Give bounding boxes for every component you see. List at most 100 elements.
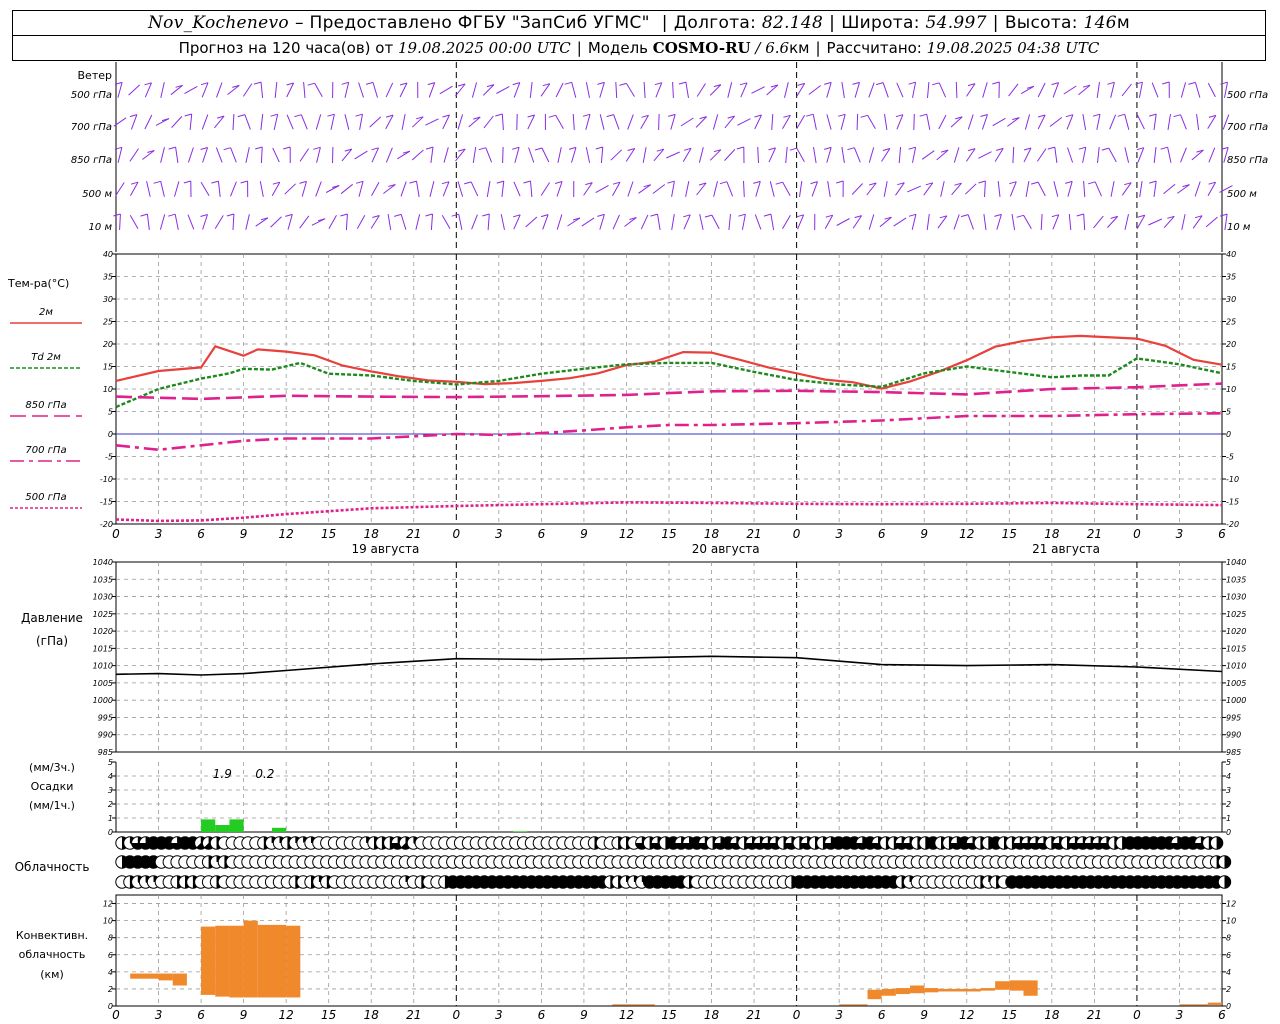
wind-barb [1137,147,1145,163]
wind-barb [852,215,863,229]
wind-barb [425,118,439,126]
wind-barb [175,147,179,163]
wind-barb [655,82,663,98]
y-tick-label: 1005 [1226,679,1246,688]
x-tick-label: 3 [495,527,503,541]
wind-barb [727,82,733,98]
y-tick-label: -10 [1226,475,1239,484]
wind-barb [926,114,931,130]
wind-barb [130,114,138,130]
wind-barb [502,146,504,164]
wind-barb [867,115,876,129]
wind-barb-flag [908,146,916,150]
wind-barb [627,181,634,197]
wind-barb [893,217,907,227]
wind-barb [358,181,364,197]
wind-barb [1180,147,1187,163]
convective-cloud-bar [172,973,187,986]
y-tick-label: 15 [103,363,113,372]
x-tick-label: 21 [746,527,761,541]
wind-barb [259,181,264,197]
wind-barb [883,181,888,197]
wind-barb [868,214,875,230]
wind-barb [912,82,917,98]
wind-barb [755,181,761,197]
wind-barb [369,116,382,128]
x-tick-label: 3 [155,1008,163,1022]
convective-cloud-bar [995,981,1010,990]
wind-barb [242,83,253,97]
x-tick-label: 12 [959,1008,974,1022]
wind-barb [525,216,538,228]
wind-barb [1167,147,1172,163]
wind-barb [344,114,350,130]
wind-barb-flag [496,180,504,184]
y-tick-label: 4 [1226,968,1231,977]
wind-barb-flag [226,213,235,217]
wind-barb-flag [113,213,121,217]
wind-barb [808,85,822,95]
x-tick-label: 6 [1218,527,1226,541]
wind-barb [784,82,789,98]
wind-barb [244,114,251,130]
x-tick-label: 18 [364,527,380,541]
wind-barb [671,214,675,230]
wind-barb-flag [908,213,917,217]
wind-barb [1138,82,1143,98]
wind-barb-flag [394,213,402,217]
y-tick-label: 1000 [93,696,113,705]
wind-barb [898,146,902,164]
wind-barb [1020,85,1035,95]
wind-barb-flag [523,180,531,184]
wind-barb-flag [355,180,364,184]
wind-level-label: 700 гПа [1227,122,1268,133]
precip-total-label: 1.9 [213,767,232,781]
wind-barb [599,214,605,230]
wind-barb [370,215,380,229]
wind-barb [964,183,977,195]
y-tick-label: 25 [1226,318,1236,327]
wind-barb-flag [294,114,302,118]
wind-barb-flag [875,82,884,86]
wind-barb [344,82,350,98]
day-label: 20 августа [692,542,760,556]
y-tick-label: -10 [100,475,113,484]
wind-barb [358,82,364,98]
wind-barb [642,147,647,163]
convective-panel-title: Конвективн. [16,929,88,942]
wind-barb-flag [355,113,363,117]
y-tick-label: -5 [1226,453,1234,462]
wind-barb [856,113,859,131]
wind-barb-flag [597,81,605,85]
wind-barb [1124,214,1129,230]
y-tick-label: 15 [1226,363,1236,372]
wind-barb [1153,147,1157,163]
wind-barb [826,147,832,163]
x-tick-label: 18 [704,527,720,541]
convective-cloud-bar [158,973,173,981]
wind-barb-flag [1107,81,1115,85]
y-tick-label: 1010 [93,662,113,671]
wind-barb [415,214,421,230]
wind-barb-flag [511,146,520,150]
wind-barb [483,115,494,129]
wind-barb [245,147,250,163]
y-tick-label: 2 [1226,985,1231,994]
wind-barb-flag [482,213,490,217]
wind-barb [345,213,348,231]
wind-barb [260,114,264,130]
wind-barb [1205,216,1218,228]
wind-barb [1124,114,1130,130]
day-label: 21 августа [1032,542,1100,556]
wind-barb [529,82,533,98]
wind-barb [487,213,490,231]
y-tick-label: 0 [1226,1002,1231,1011]
wind-barb [472,147,477,163]
wind-barb-flag [1173,114,1181,118]
wind-barb [712,114,719,130]
wind-barb-flag [425,146,434,150]
wind-barb [556,214,563,230]
wind-barb [232,213,235,231]
wind-barb [670,114,676,130]
wind-barb-flag [168,146,176,150]
